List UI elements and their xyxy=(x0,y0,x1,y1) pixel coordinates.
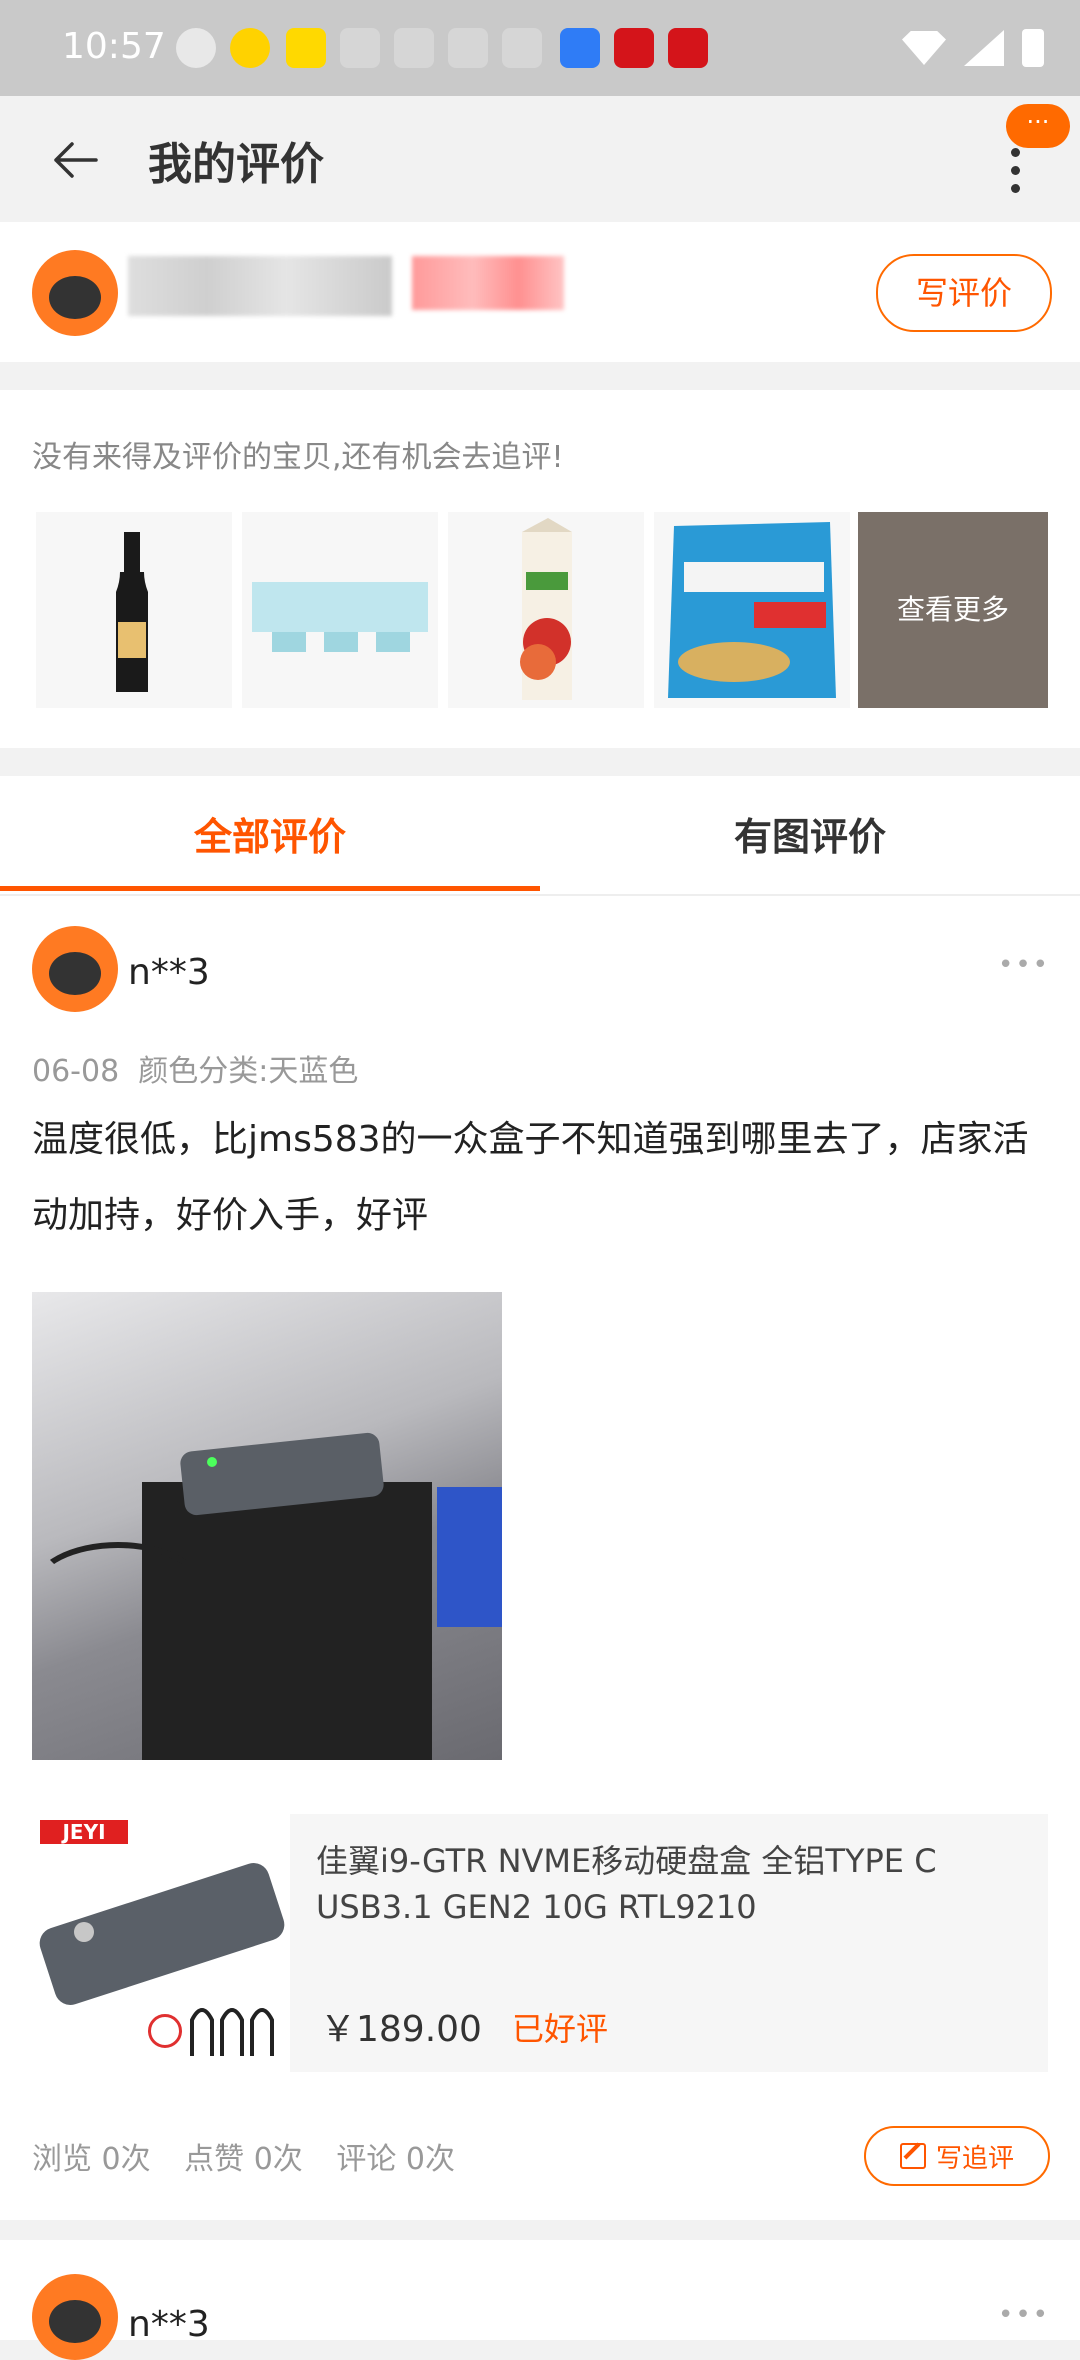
write-review-button[interactable]: 写评价 xyxy=(876,254,1052,332)
toutiao-icon xyxy=(502,28,542,68)
edit-icon xyxy=(899,2143,926,2169)
toutiao-icon xyxy=(448,28,488,68)
status-time: 10:57 xyxy=(62,26,166,67)
review-more-icon[interactable]: ••• xyxy=(998,950,1050,980)
app-red-icon xyxy=(614,28,654,68)
toutiao-icon xyxy=(340,28,380,68)
pending-item-wine[interactable] xyxy=(36,512,232,708)
toutiao-icon xyxy=(394,28,434,68)
reviewer-name: n**3 xyxy=(128,952,210,993)
review-photo[interactable] xyxy=(32,1292,502,1760)
review-stats: 浏览 0次 点赞 0次 评论 0次 xyxy=(32,2134,479,2178)
pending-item-yogurt[interactable] xyxy=(242,512,438,708)
pending-prompt: 没有来得及评价的宝贝,还有机会去追评! xyxy=(32,440,564,475)
app-icon xyxy=(286,28,326,68)
avatar[interactable] xyxy=(32,250,118,336)
apple-juice-icon xyxy=(520,518,572,700)
reviewer-name-2: n**3 xyxy=(128,2304,210,2345)
notification-icon xyxy=(176,28,216,68)
review-date: 06-08 xyxy=(32,1054,120,1089)
write-followup-button[interactable]: 写追评 xyxy=(864,2126,1050,2186)
signal-icon xyxy=(964,30,1004,66)
system-icons xyxy=(902,24,1044,72)
product-price: ￥189.00 xyxy=(320,2009,482,2050)
app-red-icon xyxy=(668,28,708,68)
reviewer-avatar-2[interactable] xyxy=(32,2274,118,2360)
product-title[interactable]: 佳翼i9-GTR NVME移动硬盘盒 全铝TYPE C USB3.1 GEN2 … xyxy=(316,1838,1016,1930)
review-more-icon-2[interactable]: ••• xyxy=(998,2300,1050,2330)
page-title: 我的评价 xyxy=(148,139,324,190)
cables-icon xyxy=(190,2008,274,2056)
battery-icon xyxy=(1022,29,1044,67)
product-image[interactable]: JEYI xyxy=(32,1814,290,2072)
pending-item-cassava-chips[interactable] xyxy=(654,512,850,708)
views-count: 浏览 0次 xyxy=(32,2142,151,2177)
more-menu-icon[interactable] xyxy=(1010,148,1020,193)
wine-bottle-icon xyxy=(116,532,148,692)
review-spec: 颜色分类:天蓝色 xyxy=(138,1054,359,1089)
back-arrow-icon[interactable] xyxy=(50,140,98,180)
weibo-icon xyxy=(230,28,270,68)
reviewer-avatar[interactable] xyxy=(32,926,118,1012)
tab-all-reviews[interactable]: 全部评价 xyxy=(0,806,540,861)
likes-count: 点赞 0次 xyxy=(184,2142,303,2177)
see-more-button[interactable]: 查看更多 xyxy=(858,512,1048,708)
message-badge[interactable]: ··· xyxy=(1006,104,1070,148)
comments-count: 评论 0次 xyxy=(336,2142,455,2177)
review-meta: 06-08 颜色分类:天蓝色 xyxy=(32,1046,358,1090)
bird-app-icon xyxy=(560,28,600,68)
yogurt-pack-icon xyxy=(252,582,428,652)
wifi-icon xyxy=(902,31,946,65)
pending-item-apple-juice[interactable] xyxy=(448,512,644,708)
brand-badge: JEYI xyxy=(40,1820,128,1844)
active-tab-indicator xyxy=(0,886,540,891)
username-blurred xyxy=(128,256,392,316)
cassava-chips-icon xyxy=(668,522,836,698)
rating-status: 已好评 xyxy=(512,2010,609,2048)
user-level-blurred xyxy=(412,256,564,310)
tab-photo-reviews[interactable]: 有图评价 xyxy=(540,806,1080,861)
review-content: 温度很低，比jms583的一众盒子不知道强到哪里去了，店家活动加持，好价入手，好… xyxy=(32,1119,1029,1236)
followup-label: 写追评 xyxy=(935,2143,1014,2174)
